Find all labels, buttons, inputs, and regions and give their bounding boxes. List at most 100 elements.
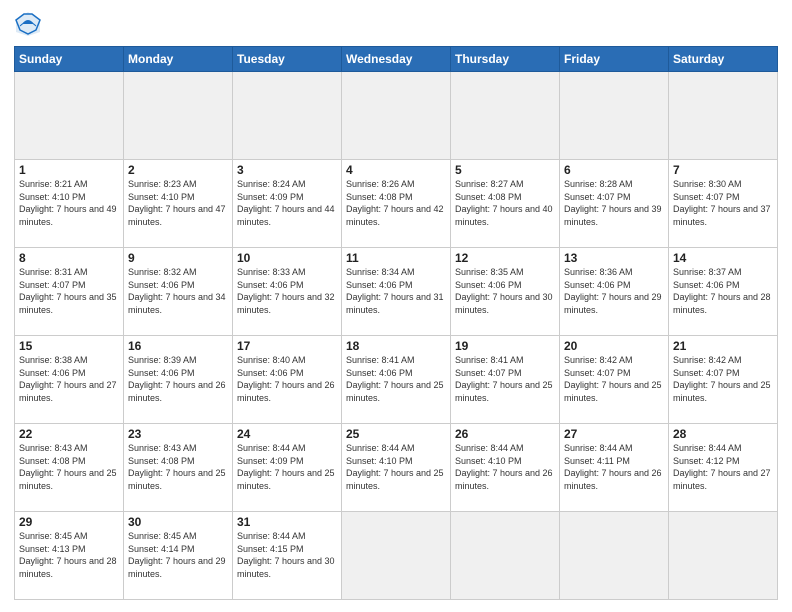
day-number: 10	[237, 251, 337, 265]
day-info: Sunrise: 8:36 AMSunset: 4:06 PMDaylight:…	[564, 267, 662, 315]
table-cell: 2 Sunrise: 8:23 AMSunset: 4:10 PMDayligh…	[124, 160, 233, 248]
day-number: 6	[564, 163, 664, 177]
table-cell: 5 Sunrise: 8:27 AMSunset: 4:08 PMDayligh…	[451, 160, 560, 248]
day-number: 25	[346, 427, 446, 441]
day-info: Sunrise: 8:39 AMSunset: 4:06 PMDaylight:…	[128, 355, 226, 403]
table-cell: 4 Sunrise: 8:26 AMSunset: 4:08 PMDayligh…	[342, 160, 451, 248]
day-info: Sunrise: 8:44 AMSunset: 4:10 PMDaylight:…	[346, 443, 444, 491]
col-monday: Monday	[124, 47, 233, 72]
day-info: Sunrise: 8:43 AMSunset: 4:08 PMDaylight:…	[128, 443, 226, 491]
table-cell: 23 Sunrise: 8:43 AMSunset: 4:08 PMDaylig…	[124, 424, 233, 512]
table-cell: 9 Sunrise: 8:32 AMSunset: 4:06 PMDayligh…	[124, 248, 233, 336]
table-cell: 21 Sunrise: 8:42 AMSunset: 4:07 PMDaylig…	[669, 336, 778, 424]
calendar-row: 29 Sunrise: 8:45 AMSunset: 4:13 PMDaylig…	[15, 512, 778, 600]
table-cell: 15 Sunrise: 8:38 AMSunset: 4:06 PMDaylig…	[15, 336, 124, 424]
day-number: 29	[19, 515, 119, 529]
day-info: Sunrise: 8:43 AMSunset: 4:08 PMDaylight:…	[19, 443, 117, 491]
day-info: Sunrise: 8:38 AMSunset: 4:06 PMDaylight:…	[19, 355, 117, 403]
col-tuesday: Tuesday	[233, 47, 342, 72]
day-info: Sunrise: 8:44 AMSunset: 4:11 PMDaylight:…	[564, 443, 662, 491]
table-cell: 8 Sunrise: 8:31 AMSunset: 4:07 PMDayligh…	[15, 248, 124, 336]
table-cell	[233, 72, 342, 160]
table-cell: 12 Sunrise: 8:35 AMSunset: 4:06 PMDaylig…	[451, 248, 560, 336]
day-number: 23	[128, 427, 228, 441]
day-number: 4	[346, 163, 446, 177]
table-cell: 31 Sunrise: 8:44 AMSunset: 4:15 PMDaylig…	[233, 512, 342, 600]
day-info: Sunrise: 8:44 AMSunset: 4:12 PMDaylight:…	[673, 443, 771, 491]
day-info: Sunrise: 8:42 AMSunset: 4:07 PMDaylight:…	[673, 355, 771, 403]
day-info: Sunrise: 8:40 AMSunset: 4:06 PMDaylight:…	[237, 355, 335, 403]
table-cell: 7 Sunrise: 8:30 AMSunset: 4:07 PMDayligh…	[669, 160, 778, 248]
day-number: 31	[237, 515, 337, 529]
logo-icon	[14, 10, 42, 38]
day-info: Sunrise: 8:28 AMSunset: 4:07 PMDaylight:…	[564, 179, 662, 227]
day-number: 8	[19, 251, 119, 265]
table-cell: 29 Sunrise: 8:45 AMSunset: 4:13 PMDaylig…	[15, 512, 124, 600]
table-cell	[342, 512, 451, 600]
table-cell: 19 Sunrise: 8:41 AMSunset: 4:07 PMDaylig…	[451, 336, 560, 424]
table-cell: 26 Sunrise: 8:44 AMSunset: 4:10 PMDaylig…	[451, 424, 560, 512]
day-number: 11	[346, 251, 446, 265]
header	[14, 10, 778, 38]
table-cell	[342, 72, 451, 160]
table-cell: 20 Sunrise: 8:42 AMSunset: 4:07 PMDaylig…	[560, 336, 669, 424]
col-thursday: Thursday	[451, 47, 560, 72]
day-info: Sunrise: 8:24 AMSunset: 4:09 PMDaylight:…	[237, 179, 335, 227]
day-info: Sunrise: 8:42 AMSunset: 4:07 PMDaylight:…	[564, 355, 662, 403]
day-info: Sunrise: 8:44 AMSunset: 4:10 PMDaylight:…	[455, 443, 553, 491]
table-cell	[669, 512, 778, 600]
calendar-table: Sunday Monday Tuesday Wednesday Thursday…	[14, 46, 778, 600]
table-cell	[669, 72, 778, 160]
calendar-row: 22 Sunrise: 8:43 AMSunset: 4:08 PMDaylig…	[15, 424, 778, 512]
day-number: 12	[455, 251, 555, 265]
day-number: 17	[237, 339, 337, 353]
day-number: 9	[128, 251, 228, 265]
table-cell	[15, 72, 124, 160]
day-info: Sunrise: 8:45 AMSunset: 4:14 PMDaylight:…	[128, 531, 226, 579]
calendar-header-row: Sunday Monday Tuesday Wednesday Thursday…	[15, 47, 778, 72]
day-info: Sunrise: 8:44 AMSunset: 4:09 PMDaylight:…	[237, 443, 335, 491]
day-number: 21	[673, 339, 773, 353]
day-info: Sunrise: 8:33 AMSunset: 4:06 PMDaylight:…	[237, 267, 335, 315]
day-info: Sunrise: 8:44 AMSunset: 4:15 PMDaylight:…	[237, 531, 335, 579]
day-number: 3	[237, 163, 337, 177]
table-cell: 3 Sunrise: 8:24 AMSunset: 4:09 PMDayligh…	[233, 160, 342, 248]
day-info: Sunrise: 8:31 AMSunset: 4:07 PMDaylight:…	[19, 267, 117, 315]
day-info: Sunrise: 8:37 AMSunset: 4:06 PMDaylight:…	[673, 267, 771, 315]
table-cell: 27 Sunrise: 8:44 AMSunset: 4:11 PMDaylig…	[560, 424, 669, 512]
day-info: Sunrise: 8:23 AMSunset: 4:10 PMDaylight:…	[128, 179, 226, 227]
col-friday: Friday	[560, 47, 669, 72]
day-number: 28	[673, 427, 773, 441]
table-cell	[124, 72, 233, 160]
calendar-row: 8 Sunrise: 8:31 AMSunset: 4:07 PMDayligh…	[15, 248, 778, 336]
day-number: 2	[128, 163, 228, 177]
day-number: 16	[128, 339, 228, 353]
day-number: 26	[455, 427, 555, 441]
col-wednesday: Wednesday	[342, 47, 451, 72]
day-info: Sunrise: 8:45 AMSunset: 4:13 PMDaylight:…	[19, 531, 117, 579]
day-info: Sunrise: 8:32 AMSunset: 4:06 PMDaylight:…	[128, 267, 226, 315]
table-cell: 28 Sunrise: 8:44 AMSunset: 4:12 PMDaylig…	[669, 424, 778, 512]
table-cell: 1 Sunrise: 8:21 AMSunset: 4:10 PMDayligh…	[15, 160, 124, 248]
day-number: 5	[455, 163, 555, 177]
table-cell: 13 Sunrise: 8:36 AMSunset: 4:06 PMDaylig…	[560, 248, 669, 336]
table-cell: 10 Sunrise: 8:33 AMSunset: 4:06 PMDaylig…	[233, 248, 342, 336]
table-cell: 22 Sunrise: 8:43 AMSunset: 4:08 PMDaylig…	[15, 424, 124, 512]
day-info: Sunrise: 8:41 AMSunset: 4:07 PMDaylight:…	[455, 355, 553, 403]
day-number: 19	[455, 339, 555, 353]
calendar-row: 1 Sunrise: 8:21 AMSunset: 4:10 PMDayligh…	[15, 160, 778, 248]
day-info: Sunrise: 8:34 AMSunset: 4:06 PMDaylight:…	[346, 267, 444, 315]
day-number: 13	[564, 251, 664, 265]
day-number: 22	[19, 427, 119, 441]
table-cell: 24 Sunrise: 8:44 AMSunset: 4:09 PMDaylig…	[233, 424, 342, 512]
day-info: Sunrise: 8:21 AMSunset: 4:10 PMDaylight:…	[19, 179, 117, 227]
table-cell: 14 Sunrise: 8:37 AMSunset: 4:06 PMDaylig…	[669, 248, 778, 336]
day-number: 7	[673, 163, 773, 177]
day-number: 14	[673, 251, 773, 265]
day-info: Sunrise: 8:41 AMSunset: 4:06 PMDaylight:…	[346, 355, 444, 403]
table-cell: 16 Sunrise: 8:39 AMSunset: 4:06 PMDaylig…	[124, 336, 233, 424]
day-info: Sunrise: 8:27 AMSunset: 4:08 PMDaylight:…	[455, 179, 553, 227]
day-number: 30	[128, 515, 228, 529]
calendar-row	[15, 72, 778, 160]
day-info: Sunrise: 8:26 AMSunset: 4:08 PMDaylight:…	[346, 179, 444, 227]
